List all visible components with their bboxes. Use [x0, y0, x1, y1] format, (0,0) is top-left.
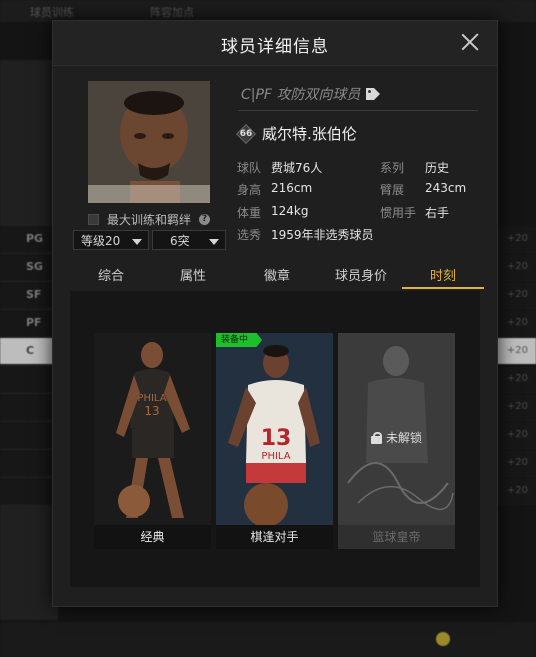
info-value-height: 216cm [271, 181, 313, 195]
player-name: 威尔特.张伯伦 [262, 125, 357, 143]
info-value-draft: 1959年非选秀球员 [271, 228, 374, 242]
breakthrough-select-value: 6突 [170, 234, 190, 248]
info-label-team: 球队 [237, 161, 262, 175]
info-label-draft: 选秀 [237, 228, 262, 242]
info-value-series: 历史 [425, 161, 450, 175]
player-portrait [88, 81, 210, 203]
svg-text:13: 13 [261, 426, 292, 451]
level-select[interactable]: 等级20 [73, 230, 149, 250]
svg-text:PHILA: PHILA [261, 451, 290, 462]
moments-panel: PHILA 13 经典 13 PHILA 装备中 棋逢对手 未解锁 篮球皇帝 [70, 291, 480, 587]
active-tab-indicator [402, 287, 484, 289]
info-label-series: 系列 [380, 161, 405, 175]
modal-title: 球员详细信息 [221, 37, 329, 57]
breakthrough-select[interactable]: 6突 [152, 230, 226, 250]
detail-tabs: 综合 属性 徽章 球员身价 时刻 [71, 259, 484, 290]
tab-moments[interactable]: 时刻 [403, 265, 483, 284]
moment-card-classic[interactable]: PHILA 13 经典 [94, 333, 211, 549]
info-value-team: 费城76人 [271, 161, 323, 175]
info-label-hand: 惯用手 [380, 206, 417, 220]
tag-icon[interactable] [366, 88, 381, 100]
divider [238, 110, 478, 111]
lock-text: 未解锁 [385, 431, 422, 445]
jersey-number-badge: 66 [236, 123, 256, 144]
info-value-wingspan: 243cm [425, 181, 467, 195]
modal-header: 球员详细信息 [53, 21, 497, 66]
info-value-weight: 124kg [271, 204, 309, 218]
tab-badges[interactable]: 徽章 [237, 265, 317, 284]
level-select-value: 等级20 [81, 234, 121, 248]
svg-text:13: 13 [144, 404, 159, 418]
help-icon[interactable]: ? [199, 214, 211, 225]
moment-label: 棋逢对手 [216, 525, 333, 549]
max-training-row: 最大训练和羁绊 ? [88, 211, 211, 228]
close-icon[interactable] [459, 31, 481, 53]
moment-art-classic: PHILA 13 [94, 333, 211, 525]
background-tab: 阵容加点 [150, 6, 194, 19]
background-bottom-bar [0, 622, 536, 657]
max-training-checkbox[interactable] [88, 214, 99, 225]
moment-art-rival: 13 PHILA [216, 333, 333, 527]
lock-icon [370, 431, 382, 444]
moment-card-emperor[interactable]: 未解锁 篮球皇帝 [338, 333, 455, 549]
tab-value[interactable]: 球员身价 [321, 265, 401, 284]
equipped-badge: 装备中 [216, 333, 263, 347]
info-label-wingspan: 臂展 [380, 183, 405, 197]
svg-text:PHILA: PHILA [137, 393, 166, 404]
chevron-down-icon [209, 239, 219, 245]
moment-card-rival[interactable]: 13 PHILA 装备中 棋逢对手 [216, 333, 333, 549]
info-value-hand: 右手 [425, 206, 450, 220]
player-detail-modal: 球员详细信息 最大训练和羁绊 ? 等级20 6突 C|PF 攻防双向球员 66 … [52, 20, 498, 607]
chevron-down-icon [132, 239, 142, 245]
max-training-label: 最大训练和羁绊 [107, 213, 192, 227]
info-label-weight: 体重 [237, 206, 262, 220]
tab-overview[interactable]: 综合 [71, 265, 151, 284]
background-tab: 球员训练 [30, 6, 74, 19]
player-name-row: 66 威尔特.张伯伦 [236, 123, 357, 144]
info-label-height: 身高 [237, 183, 262, 197]
coin-icon [436, 632, 450, 646]
moment-label: 篮球皇帝 [338, 525, 455, 549]
lock-row: 未解锁 [338, 429, 455, 446]
player-role: C|PF 攻防双向球员 [241, 84, 381, 104]
background-top-bar: 球员训练 阵容加点 [0, 0, 536, 22]
tab-attributes[interactable]: 属性 [153, 265, 233, 284]
moment-label: 经典 [94, 525, 211, 549]
